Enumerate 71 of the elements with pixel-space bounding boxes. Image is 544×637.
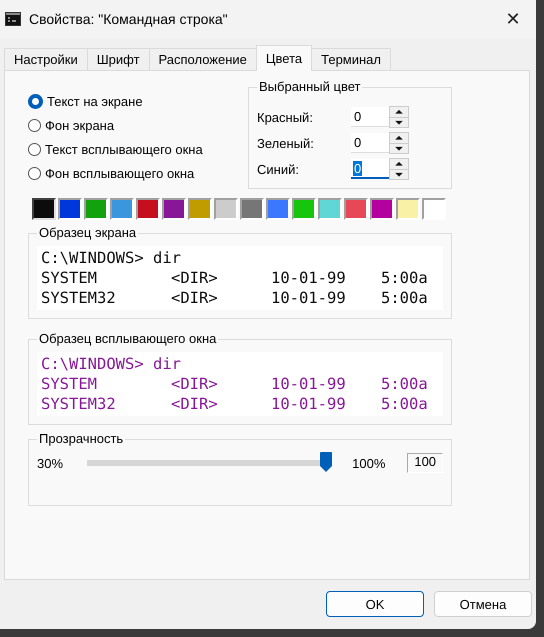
dialog-button[interactable]: Отмена: [434, 591, 532, 617]
group-title: Образец всплывающего окна: [37, 331, 218, 347]
min-label: 30%: [37, 456, 64, 470]
slider-thumb[interactable]: [320, 452, 332, 472]
listing-text: 10-01-99: [271, 374, 347, 394]
field-label: Синий:: [257, 162, 300, 176]
listing-text: SYSTEM32: [41, 288, 117, 308]
spin-control[interactable]: [389, 106, 409, 128]
color-swatch[interactable]: [84, 198, 108, 220]
radio-label[interactable]: Текст на экране: [47, 94, 143, 108]
color-swatch[interactable]: [396, 198, 420, 220]
listing-text: 5:00a: [381, 268, 429, 288]
number-field[interactable]: 0: [351, 159, 389, 179]
field-label: Красный:: [257, 110, 314, 124]
radio-button[interactable]: [28, 118, 41, 132]
tab[interactable]: Цвета: [256, 45, 312, 71]
group-title: Образец экрана: [37, 225, 138, 241]
group-title: Выбранный цвет: [257, 79, 362, 95]
color-swatch[interactable]: [188, 198, 212, 220]
color-swatch[interactable]: [422, 198, 446, 220]
tab[interactable]: Настройки: [4, 48, 88, 70]
listing-text: 10-01-99: [271, 288, 347, 308]
spin-control[interactable]: [389, 158, 409, 180]
listing-text: 10-01-99: [271, 268, 347, 288]
color-swatch[interactable]: [162, 198, 186, 220]
color-swatch[interactable]: [370, 198, 394, 220]
prompt-text: C:\WINDOWS> dir: [41, 248, 182, 268]
radio-button[interactable]: [28, 94, 43, 108]
listing-text: 10-01-99: [271, 394, 347, 414]
color-swatch[interactable]: [136, 198, 160, 220]
listing-text: SYSTEM: [41, 268, 98, 288]
number-field[interactable]: 0: [351, 107, 389, 127]
opacity-value: 100: [407, 453, 443, 473]
group-title: Прозрачность: [37, 431, 126, 447]
color-swatch[interactable]: [58, 198, 82, 220]
tab[interactable]: Шрифт: [86, 48, 150, 70]
radio-button[interactable]: [28, 166, 41, 180]
listing-text: <DIR>: [171, 394, 219, 414]
listing-text: 5:00a: [381, 394, 429, 414]
color-swatch[interactable]: [318, 198, 342, 220]
field-label: Зеленый:: [257, 136, 315, 150]
number-field[interactable]: 0: [351, 133, 389, 153]
color-swatch[interactable]: [292, 198, 316, 220]
close-button[interactable]: ✕: [490, 0, 536, 38]
console-icon: [5, 12, 21, 26]
radio-label[interactable]: Фон всплывающего окна: [45, 166, 194, 180]
listing-text: SYSTEM: [41, 374, 98, 394]
up-arrow-icon[interactable]: [390, 107, 408, 118]
listing-text: <DIR>: [171, 374, 219, 394]
radio-label[interactable]: Фон экрана: [45, 118, 114, 132]
color-swatch[interactable]: [240, 198, 264, 220]
spin-control[interactable]: [389, 132, 409, 154]
listing-text: <DIR>: [171, 268, 219, 288]
window-title: Свойства: "Командная строка": [29, 11, 229, 27]
up-arrow-icon[interactable]: [390, 159, 408, 170]
tab[interactable]: Терминал: [311, 48, 391, 70]
prompt-text: C:\WINDOWS> dir: [41, 354, 182, 374]
listing-text: 5:00a: [381, 288, 429, 308]
color-swatch[interactable]: [214, 198, 238, 220]
color-swatch[interactable]: [110, 198, 134, 220]
max-label: 100%: [352, 456, 386, 470]
listing-text: <DIR>: [171, 288, 219, 308]
radio-label[interactable]: Текст всплывающего окна: [45, 142, 203, 156]
up-arrow-icon[interactable]: [390, 133, 408, 144]
color-swatch[interactable]: [32, 198, 56, 220]
listing-text: 5:00a: [381, 374, 429, 394]
color-swatch[interactable]: [266, 198, 290, 220]
dialog-button[interactable]: OK: [326, 591, 424, 617]
color-swatch[interactable]: [344, 198, 368, 220]
radio-button[interactable]: [28, 142, 41, 156]
listing-text: SYSTEM32: [41, 394, 117, 414]
